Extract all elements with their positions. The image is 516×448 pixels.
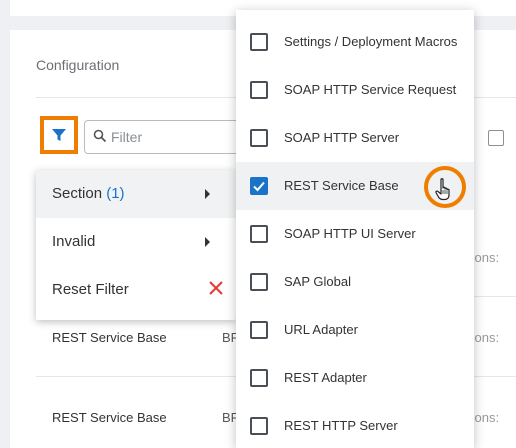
option-label: REST HTTP Server (284, 418, 398, 433)
menu-item-reset-filter[interactable]: Reset Filter (36, 266, 236, 314)
menu-item-label: Section (52, 185, 103, 202)
panel-title: Configuration (36, 57, 120, 73)
option-checkbox[interactable] (250, 129, 268, 147)
section-option[interactable]: SOAP HTTP Service Request (236, 66, 474, 114)
search-input[interactable] (111, 121, 231, 153)
menu-item-section[interactable]: Section (1) (36, 170, 236, 218)
select-all-checkbox[interactable] (488, 130, 504, 146)
option-label: Settings / Deployment Macros (284, 34, 458, 49)
filter-menu: Section (1) Invalid Reset Filter (36, 170, 236, 320)
search-icon (93, 129, 107, 143)
option-label: SOAP HTTP UI Server (284, 226, 416, 241)
option-label: SAP Global (284, 274, 351, 289)
filter-icon (52, 129, 66, 141)
option-checkbox[interactable] (250, 321, 268, 339)
hand-cursor-icon (435, 178, 450, 201)
menu-item-label: Reset Filter (52, 281, 129, 298)
filter-button[interactable] (40, 116, 78, 154)
section-option[interactable]: REST HTTP Server (236, 402, 474, 448)
chevron-right-icon (205, 237, 210, 247)
section-option[interactable]: SAP Global (236, 258, 474, 306)
section-option[interactable]: SOAP HTTP UI Server (236, 210, 474, 258)
table-cell-section: REST Service Base (52, 410, 167, 425)
section-count-badge: (1) (106, 185, 125, 202)
section-dropdown: Settings / Deployment Macros SOAP HTTP S… (236, 10, 474, 448)
section-option[interactable]: URL Adapter (236, 306, 474, 354)
search-field[interactable] (84, 120, 244, 154)
section-option[interactable]: SOAP HTTP Server (236, 114, 474, 162)
option-checkbox[interactable] (250, 33, 268, 51)
section-option[interactable]: Settings / Deployment Macros (236, 18, 474, 66)
menu-item-invalid[interactable]: Invalid (36, 218, 236, 266)
option-label: SOAP HTTP Service Request (284, 82, 457, 97)
option-checkbox[interactable] (250, 273, 268, 291)
section-option[interactable]: REST Adapter (236, 354, 474, 402)
option-label: REST Service Base (284, 178, 399, 193)
option-checkbox[interactable] (250, 417, 268, 435)
checkmark-icon (253, 181, 265, 192)
table-cell-section: REST Service Base (52, 330, 167, 345)
chevron-right-icon (205, 189, 210, 199)
option-label: SOAP HTTP Server (284, 130, 400, 145)
close-icon[interactable] (208, 280, 224, 296)
option-checkbox[interactable] (250, 81, 268, 99)
option-checkbox[interactable] (250, 225, 268, 243)
option-checkbox[interactable] (250, 177, 268, 195)
menu-item-label: Invalid (52, 233, 96, 250)
option-checkbox[interactable] (250, 369, 268, 387)
option-label: REST Adapter (284, 370, 367, 385)
option-label: URL Adapter (284, 322, 358, 337)
